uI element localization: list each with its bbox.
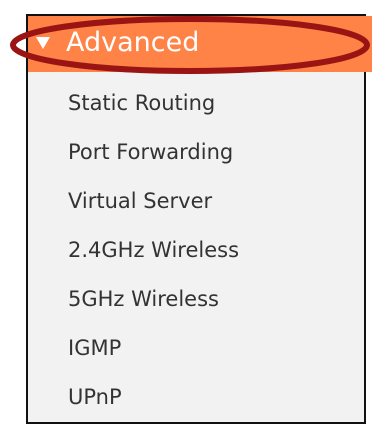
menu-item-upnp[interactable]: UPnP [28, 366, 366, 415]
menu-item-port-forwarding[interactable]: Port Forwarding [28, 121, 366, 170]
advanced-section-header[interactable]: Advanced [28, 16, 372, 72]
menu-item-5ghz-wireless[interactable]: 5GHz Wireless [28, 268, 366, 317]
menu-item-igmp[interactable]: IGMP [28, 317, 366, 366]
advanced-submenu: Static Routing Port Forwarding Virtual S… [28, 72, 366, 415]
triangle-down-icon [36, 37, 50, 49]
menu-item-2-4ghz-wireless[interactable]: 2.4GHz Wireless [28, 219, 366, 268]
menu-item-virtual-server[interactable]: Virtual Server [28, 170, 366, 219]
menu-item-static-routing[interactable]: Static Routing [28, 72, 366, 121]
advanced-section-label: Advanced [66, 27, 200, 58]
